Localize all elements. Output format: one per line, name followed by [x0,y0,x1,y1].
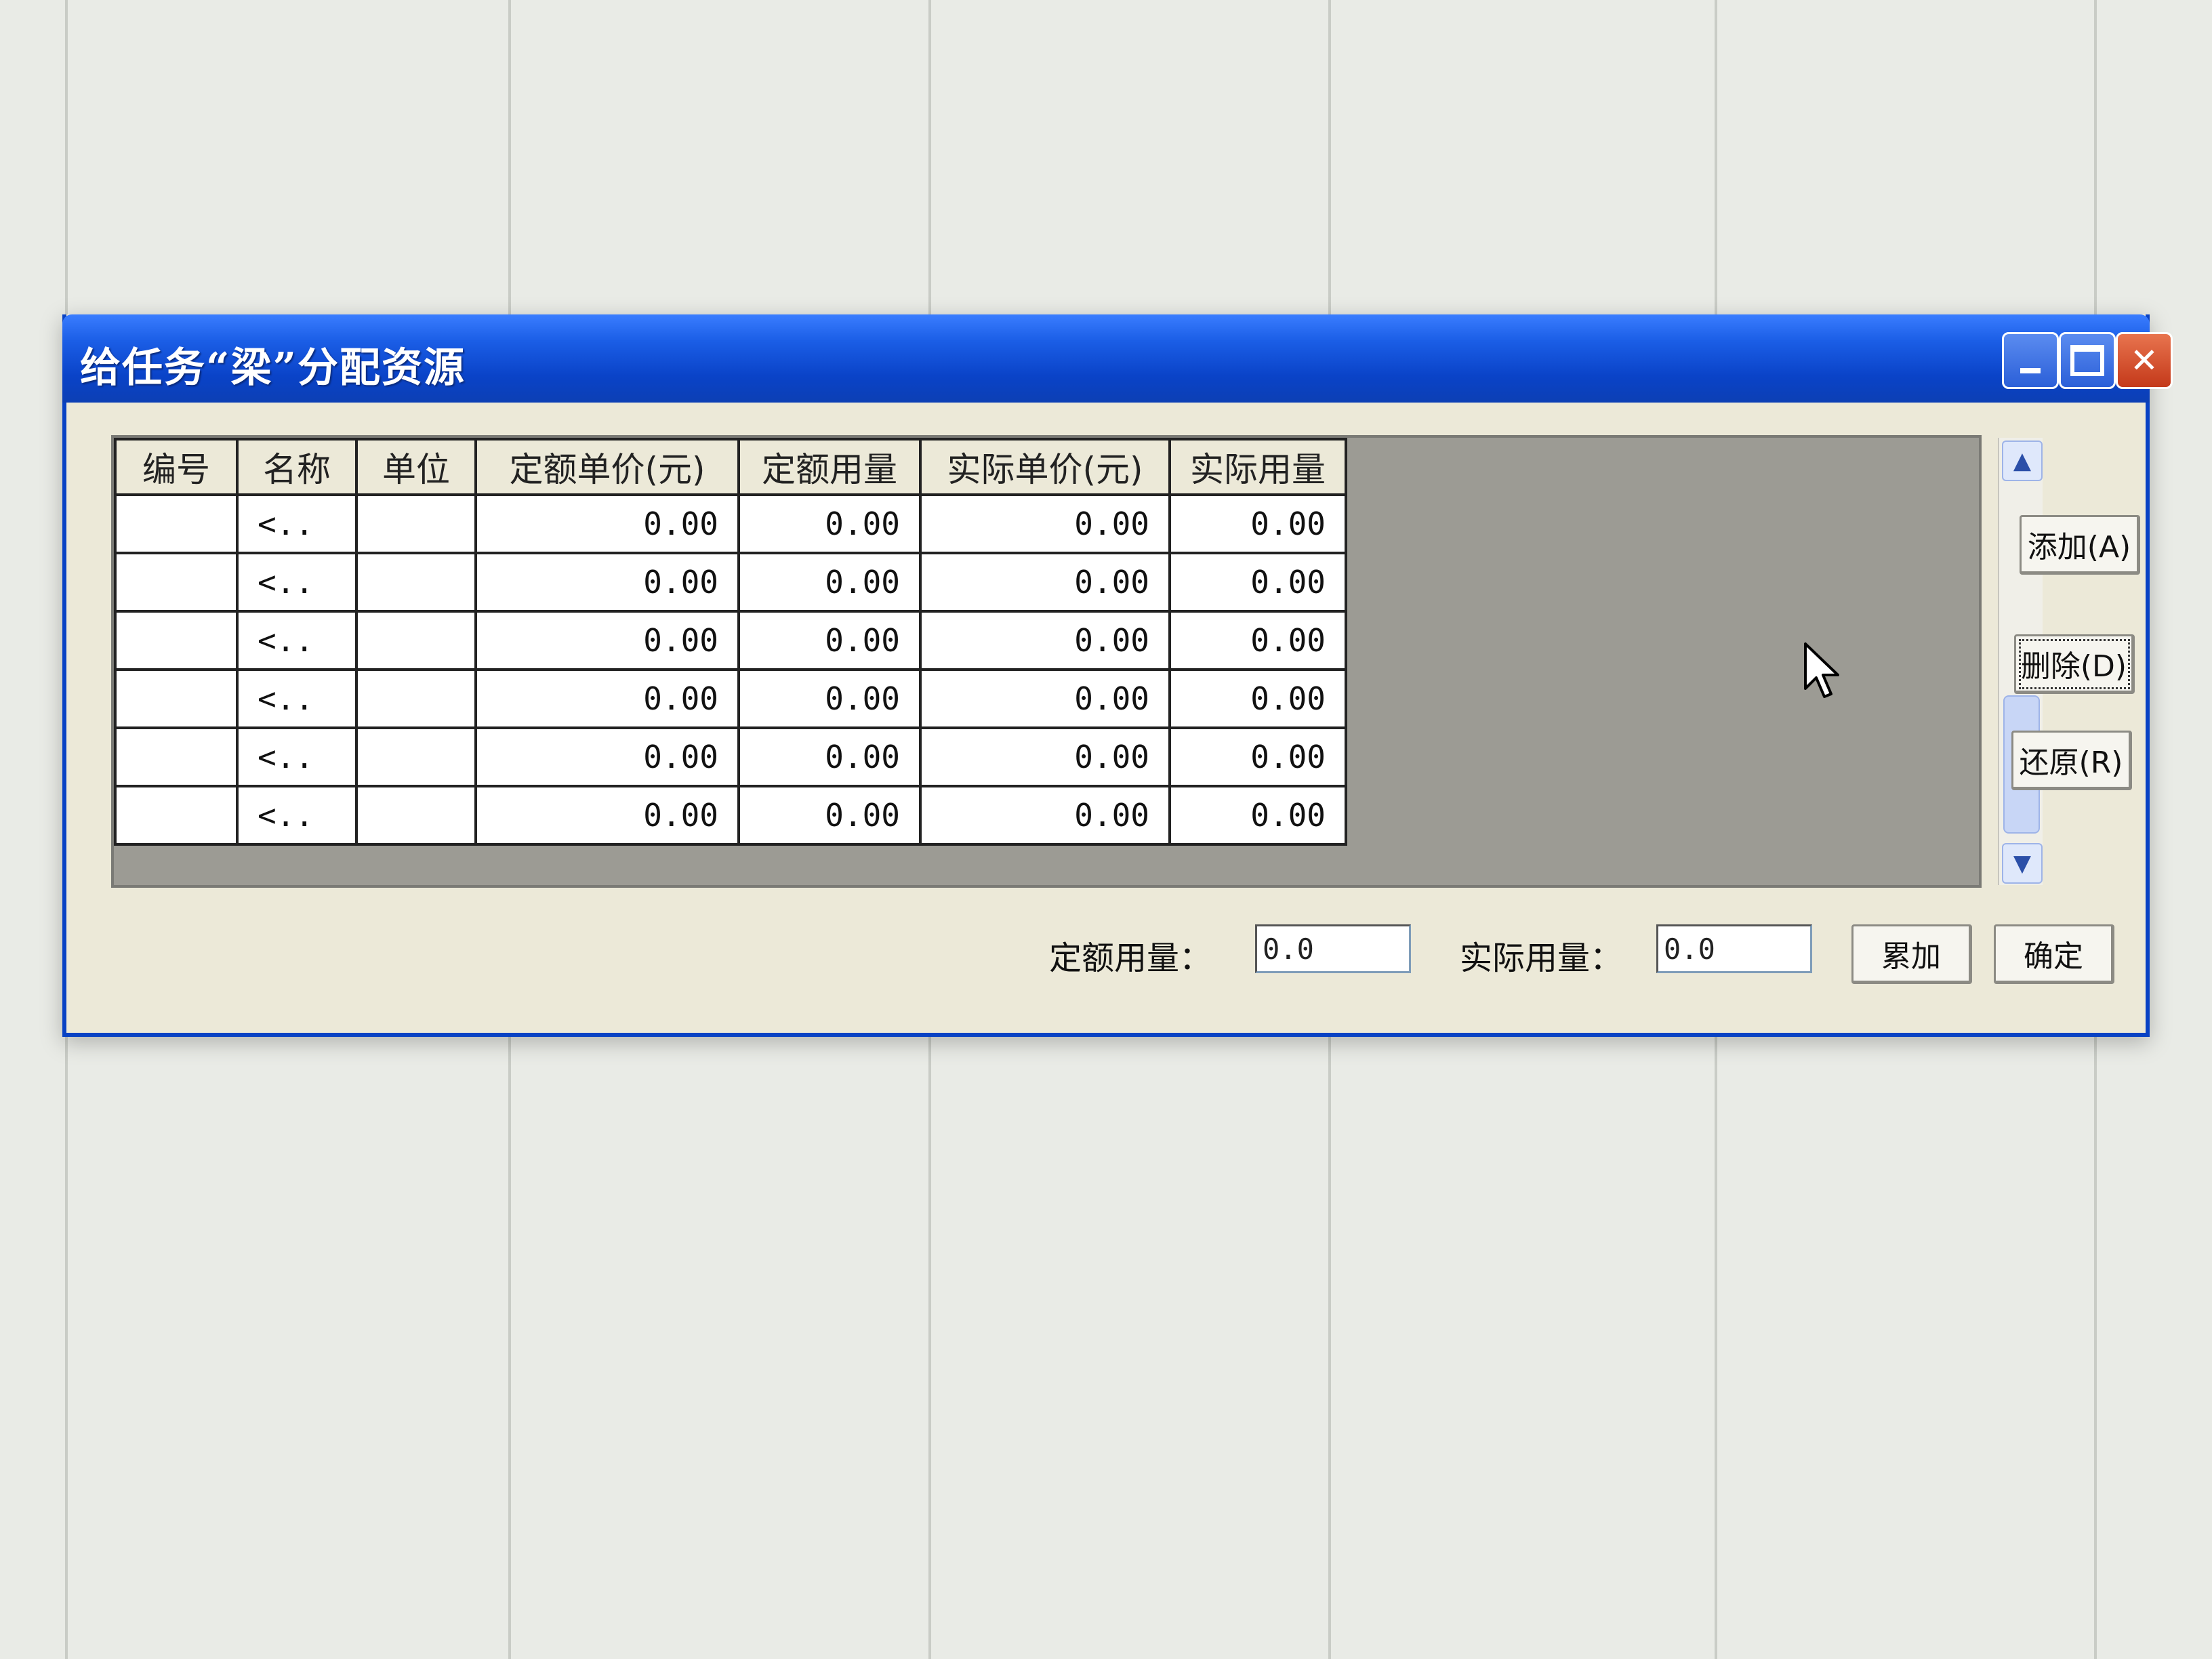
chevron-down-icon: ▼ [2013,850,2032,877]
column-header-actual-qty[interactable]: 实际用量 [1168,438,1347,496]
maximize-button[interactable] [2059,332,2116,389]
scroll-down-button[interactable]: ▼ [2002,843,2043,884]
scroll-up-button[interactable]: ▲ [2002,441,2043,481]
cell-code[interactable] [114,610,239,671]
table-row[interactable]: <.. 0.00 0.00 0.00 0.00 [114,668,1347,729]
cell-unit[interactable] [355,785,477,846]
cell-actual-price[interactable]: 0.00 [919,785,1171,846]
cell-code[interactable] [114,785,239,846]
cell-name[interactable]: <.. [236,726,358,787]
cell-actual-qty[interactable]: 0.00 [1168,552,1347,613]
cell-name[interactable]: <.. [236,610,358,671]
cell-code[interactable] [114,552,239,613]
cell-actual-price[interactable]: 0.00 [919,668,1171,729]
close-icon: ✕ [2130,341,2158,380]
column-header-name[interactable]: 名称 [236,438,358,496]
restore-button[interactable]: 还原(R) [2011,731,2132,790]
cell-actual-qty[interactable]: 0.00 [1168,726,1347,787]
actual-qty-label: 实际用量： [1460,939,1623,977]
actual-qty-field[interactable] [1656,924,1812,973]
table-row[interactable]: <.. 0.00 0.00 0.00 0.00 [114,726,1347,787]
cell-code[interactable] [114,726,239,787]
cell-quota-price[interactable]: 0.00 [474,493,740,554]
cell-unit[interactable] [355,668,477,729]
cell-unit[interactable] [355,610,477,671]
cell-quota-price[interactable]: 0.00 [474,610,740,671]
cell-code[interactable] [114,668,239,729]
cell-quota-qty[interactable]: 0.00 [737,493,922,554]
cell-quota-qty[interactable]: 0.00 [737,785,922,846]
chevron-up-icon: ▲ [2013,447,2032,474]
accumulate-button[interactable]: 累加 [1851,924,1972,984]
column-header-quota-price[interactable]: 定额单价(元) [474,438,740,496]
cell-actual-price[interactable]: 0.00 [919,493,1171,554]
table-row[interactable]: <.. 0.00 0.00 0.00 0.00 [114,493,1347,554]
table-row[interactable]: <.. 0.00 0.00 0.00 0.00 [114,552,1347,613]
add-button[interactable]: 添加(A) [2020,515,2140,575]
cell-name[interactable]: <.. [236,552,358,613]
resource-grid: 编号 名称 单位 定额单价(元) 定额用量 实际单价(元) 实际用量 <.. 0… [114,438,1347,846]
column-header-unit[interactable]: 单位 [355,438,477,496]
cell-actual-price[interactable]: 0.00 [919,610,1171,671]
cell-quota-qty[interactable]: 0.00 [737,552,922,613]
cell-actual-qty[interactable]: 0.00 [1168,610,1347,671]
cell-name[interactable]: <.. [236,785,358,846]
cell-unit[interactable] [355,726,477,787]
cell-code[interactable] [114,493,239,554]
cell-actual-price[interactable]: 0.00 [919,726,1171,787]
grid-header-row: 编号 名称 单位 定额单价(元) 定额用量 实际单价(元) 实际用量 [114,438,1347,496]
cell-quota-price[interactable]: 0.00 [474,726,740,787]
cell-quota-qty[interactable]: 0.00 [737,726,922,787]
cell-quota-price[interactable]: 0.00 [474,785,740,846]
cell-actual-price[interactable]: 0.00 [919,552,1171,613]
minimize-icon [2020,368,2041,373]
table-row[interactable]: <.. 0.00 0.00 0.00 0.00 [114,610,1347,671]
column-header-code[interactable]: 编号 [114,438,239,496]
resource-grid-area: 编号 名称 单位 定额单价(元) 定额用量 实际单价(元) 实际用量 <.. 0… [111,435,2043,888]
mouse-pointer-icon [1804,642,1839,698]
cell-quota-price[interactable]: 0.00 [474,552,740,613]
cell-unit[interactable] [355,493,477,554]
cell-quota-qty[interactable]: 0.00 [737,610,922,671]
cell-unit[interactable] [355,552,477,613]
quota-qty-label: 定额用量： [1049,939,1212,977]
cell-name[interactable]: <.. [236,668,358,729]
title-bar[interactable]: 给任务“梁”分配资源 ✕ [62,314,2173,403]
cell-quota-qty[interactable]: 0.00 [737,668,922,729]
ok-button[interactable]: 确定 [1994,924,2114,984]
table-row[interactable]: <.. 0.00 0.00 0.00 0.00 [114,785,1347,846]
maximize-icon [2070,345,2104,376]
cell-actual-qty[interactable]: 0.00 [1168,493,1347,554]
cell-name[interactable]: <.. [236,493,358,554]
column-header-quota-qty[interactable]: 定额用量 [737,438,922,496]
window-title: 给任务“梁”分配资源 [80,344,466,392]
close-button[interactable]: ✕ [2116,332,2173,389]
minimize-button[interactable] [2002,332,2059,389]
quota-qty-field[interactable] [1255,924,1411,973]
cell-actual-qty[interactable]: 0.00 [1168,668,1347,729]
column-header-actual-price[interactable]: 实际单价(元) [919,438,1171,496]
cell-quota-price[interactable]: 0.00 [474,668,740,729]
delete-button[interactable]: 删除(D) [2014,634,2135,694]
cell-actual-qty[interactable]: 0.00 [1168,785,1347,846]
